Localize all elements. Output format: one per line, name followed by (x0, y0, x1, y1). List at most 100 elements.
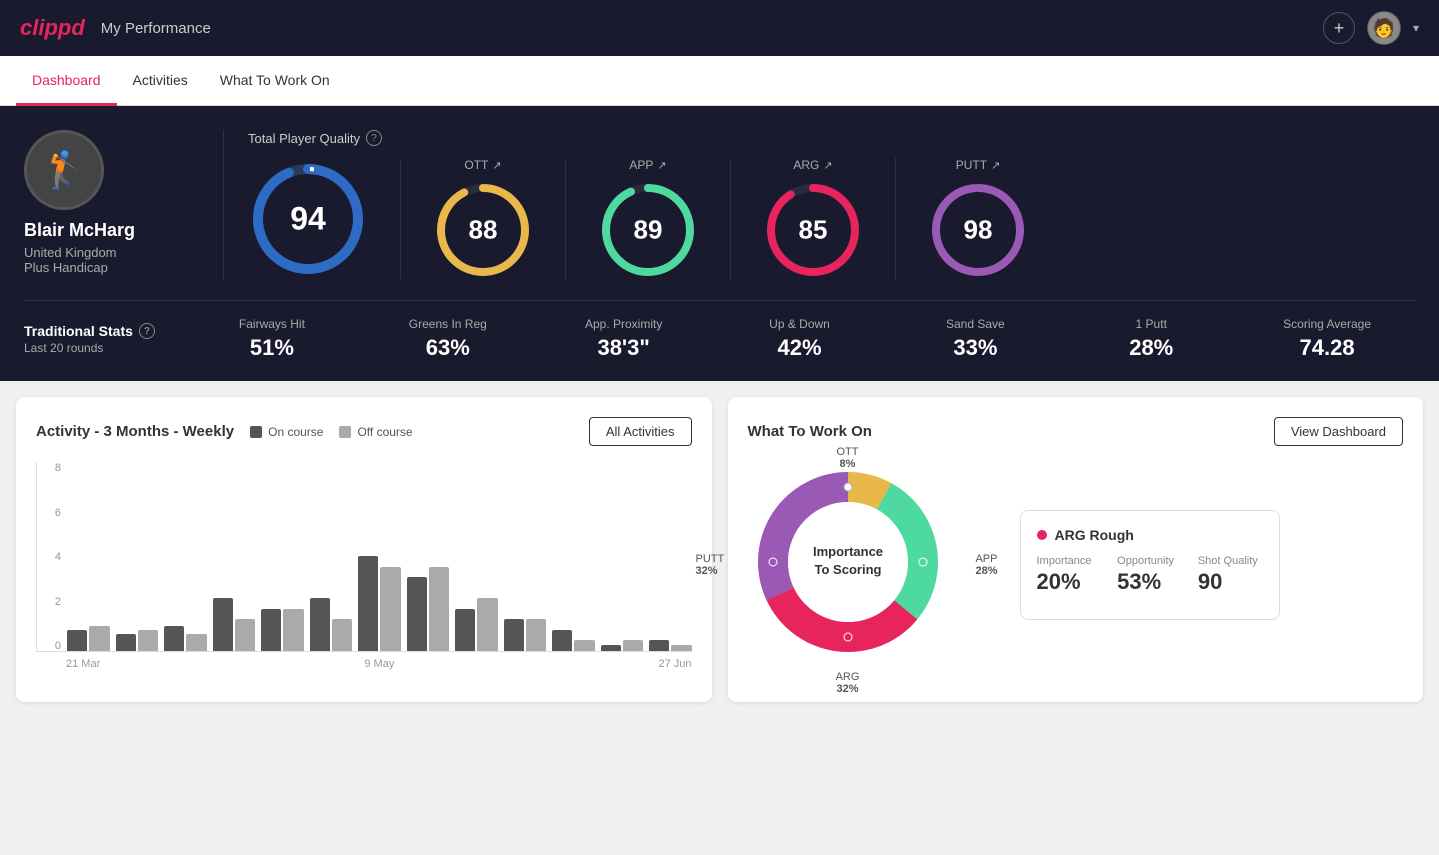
x-labels: 21 Mar 9 May 27 Jun (36, 658, 692, 670)
tab-what-to-work-on[interactable]: What To Work On (204, 56, 346, 106)
info-card-title: ARG Rough (1037, 527, 1263, 543)
total-quality-label: Total Player Quality ? (248, 130, 1415, 146)
bar-group-4 (261, 609, 304, 651)
x-label-may: 9 May (364, 658, 394, 670)
app-trend-icon: ↗ (657, 159, 666, 172)
trad-label-col: Traditional Stats ? Last 20 rounds (24, 323, 184, 355)
view-dashboard-button[interactable]: View Dashboard (1274, 417, 1403, 446)
logo: clippd (20, 15, 85, 41)
player-country: United Kingdom (24, 245, 117, 260)
player-avatar-icon: 🏌️ (42, 149, 87, 191)
bar-group-3 (213, 598, 256, 651)
score-item-ott: OTT ↗ 88 (401, 158, 566, 280)
what-to-work-title: What To Work On (748, 423, 872, 440)
player-handicap: Plus Handicap (24, 260, 108, 275)
bar-on-3 (213, 598, 233, 651)
bar-off-11 (623, 640, 643, 651)
score-item-putt: PUTT ↗ 98 (896, 158, 1060, 280)
ott-segment-label: OTT 8% (837, 446, 859, 470)
player-info: 🏌️ Blair McHarg United Kingdom Plus Hand… (24, 130, 224, 280)
tab-dashboard-label: Dashboard (32, 72, 101, 88)
trad-help-icon[interactable]: ? (139, 323, 155, 339)
trad-label: Traditional Stats ? (24, 323, 184, 339)
ott-circle: 88 (433, 180, 533, 280)
bar-off-5 (332, 619, 352, 651)
putt-circle: 98 (928, 180, 1028, 280)
activity-panel: Activity - 3 Months - Weekly On course O… (16, 397, 712, 702)
y-label-6: 6 (37, 507, 61, 519)
ott-label: OTT ↗ (464, 158, 501, 172)
pink-dot-icon (1037, 530, 1047, 540)
y-label-8: 8 (37, 462, 61, 474)
score-item-total: 94 (248, 159, 401, 279)
nav-tabs: Dashboard Activities What To Work On (0, 56, 1439, 106)
app-segment-label: APP 28% (975, 553, 997, 577)
tab-dashboard[interactable]: Dashboard (16, 56, 117, 106)
y-label-4: 4 (37, 551, 61, 563)
add-button[interactable]: + (1323, 12, 1355, 44)
putt-label: PUTT ↗ (956, 158, 1001, 172)
bar-off-9 (526, 619, 546, 651)
bar-group-2 (164, 626, 207, 651)
bar-on-0 (67, 630, 87, 651)
bar-group-5 (310, 598, 353, 651)
info-card-metrics: Importance 20% Opportunity 53% Shot Qual… (1037, 555, 1263, 595)
score-item-arg: ARG ↗ 85 (731, 158, 896, 280)
arg-circle: 85 (763, 180, 863, 280)
what-to-work-header: What To Work On View Dashboard (748, 417, 1404, 446)
bar-off-1 (138, 630, 158, 651)
activity-panel-header: Activity - 3 Months - Weekly On course O… (36, 417, 692, 446)
stat-fairways-hit: Fairways Hit 51% (184, 317, 360, 361)
bar-off-6 (380, 567, 400, 651)
hero-top: 🏌️ Blair McHarg United Kingdom Plus Hand… (24, 130, 1415, 280)
bar-group-9 (504, 619, 547, 651)
score-item-app: APP ↗ 89 (566, 158, 731, 280)
traditional-stats: Traditional Stats ? Last 20 rounds Fairw… (24, 300, 1415, 361)
header: clippd My Performance + 🧑 ▾ (0, 0, 1439, 56)
stat-scoring-average: Scoring Average 74.28 (1239, 317, 1415, 361)
stat-app-proximity: App. Proximity 38'3" (536, 317, 712, 361)
bar-off-4 (283, 609, 303, 651)
putt-value: 98 (964, 215, 993, 246)
y-labels: 0 2 4 6 8 (37, 462, 61, 652)
bar-group-12 (649, 640, 692, 651)
bar-off-8 (477, 598, 497, 651)
bar-on-8 (455, 609, 475, 651)
svg-text:Importance: Importance (812, 544, 882, 559)
plus-icon: + (1334, 18, 1345, 39)
bar-off-7 (429, 567, 449, 651)
hero-section: 🏌️ Blair McHarg United Kingdom Plus Hand… (0, 106, 1439, 381)
legend-on-course: On course (250, 425, 323, 439)
activity-chart-title: Activity - 3 Months - Weekly (36, 423, 234, 440)
chart-legend: On course Off course (250, 425, 413, 439)
legend-off-course: Off course (339, 425, 412, 439)
y-label-0: 0 (37, 640, 61, 652)
stat-up-and-down: Up & Down 42% (712, 317, 888, 361)
all-activities-button[interactable]: All Activities (589, 417, 692, 446)
ott-trend-icon: ↗ (492, 159, 501, 172)
bar-group-1 (116, 630, 159, 651)
app-label: APP ↗ (629, 158, 666, 172)
bar-off-2 (186, 634, 206, 651)
app-circle: 89 (598, 180, 698, 280)
avatar[interactable]: 🧑 (1367, 11, 1401, 45)
arg-trend-icon: ↗ (823, 159, 832, 172)
on-course-legend-dot (250, 426, 262, 438)
app-value: 89 (634, 215, 663, 246)
arg-segment-label: ARG 32% (836, 671, 860, 695)
player-avatar: 🏌️ (24, 130, 104, 210)
player-name: Blair McHarg (24, 220, 135, 241)
metric-importance: Importance 20% (1037, 555, 1102, 595)
tab-activities-label: Activities (133, 72, 188, 88)
stat-1-putt: 1 Putt 28% (1063, 317, 1239, 361)
bar-on-9 (504, 619, 524, 651)
donut-svg: Importance To Scoring (748, 462, 948, 662)
bar-group-8 (455, 598, 498, 651)
bar-off-10 (574, 640, 594, 651)
tab-activities[interactable]: Activities (117, 56, 204, 106)
x-label-jun: 27 Jun (658, 658, 691, 670)
help-icon[interactable]: ? (366, 130, 382, 146)
scores-section: Total Player Quality ? 94 (224, 130, 1415, 280)
bar-off-12 (671, 645, 691, 651)
putt-segment-label: PUTT 32% (696, 553, 725, 577)
